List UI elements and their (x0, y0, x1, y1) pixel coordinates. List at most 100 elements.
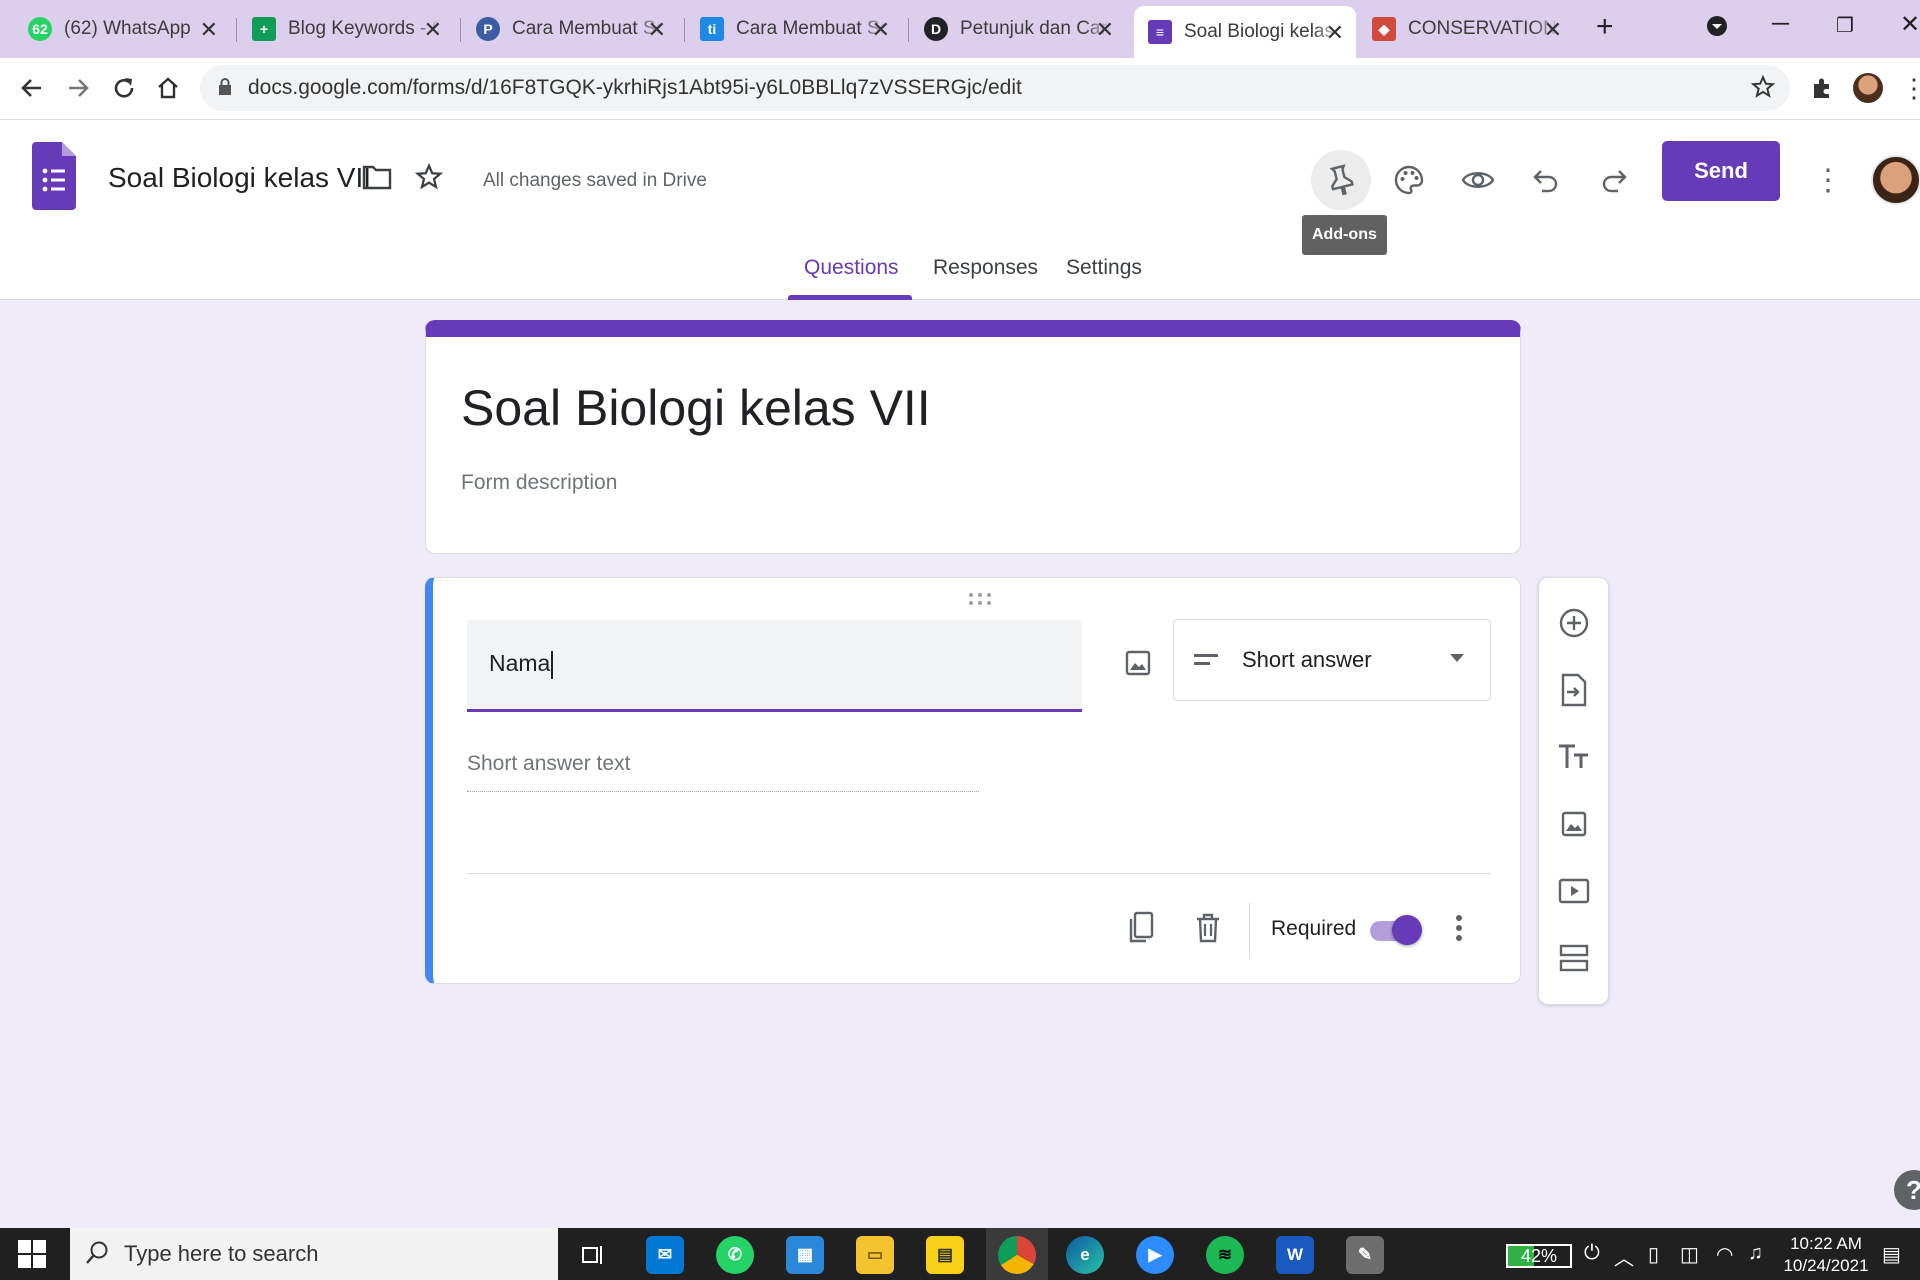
tab-search-icon[interactable] (1706, 15, 1728, 44)
site-favicon-icon: ◆ (1372, 17, 1396, 41)
chrome-menu-icon[interactable]: ⋮ (1898, 72, 1920, 104)
clock-time: 10:22 AM (1790, 1234, 1862, 1253)
tab-responses[interactable]: Responses (933, 256, 1038, 280)
extensions-icon[interactable] (1806, 72, 1838, 104)
address-bar[interactable]: docs.google.com/forms/d/16F8TGQK-ykrhiRj… (200, 65, 1790, 111)
tab-questions[interactable]: Questions (804, 256, 899, 280)
profile-avatar[interactable] (1852, 72, 1884, 104)
whatsapp-icon: 62 (28, 17, 52, 41)
volume-icon[interactable]: ♫ (1748, 1242, 1763, 1265)
edge-icon[interactable]: e (1066, 1236, 1104, 1274)
whatsapp-icon[interactable]: ✆ (716, 1236, 754, 1274)
addons-icon[interactable] (1311, 150, 1371, 210)
more-options-icon[interactable]: ⋮ (1798, 150, 1858, 210)
store-icon[interactable]: ▦ (786, 1236, 824, 1274)
close-tab-icon[interactable]: ✕ (1096, 17, 1114, 43)
new-tab-icon[interactable]: + (1596, 10, 1614, 44)
palette-icon[interactable] (1379, 150, 1439, 210)
text-cursor (551, 650, 554, 679)
close-tab-icon[interactable]: ✕ (1326, 20, 1344, 46)
send-button[interactable]: Send (1662, 141, 1780, 201)
undo-icon[interactable] (1516, 150, 1576, 210)
task-view-icon[interactable] (574, 1236, 612, 1274)
browser-tab[interactable]: D Petunjuk dan Cara ✕ (910, 8, 1126, 50)
preview-eye-icon[interactable] (1448, 150, 1508, 210)
paint-icon[interactable]: ✎ (1346, 1236, 1384, 1274)
question-type-dropdown[interactable]: Short answer (1173, 619, 1491, 701)
taskbar-search-box[interactable]: Type here to search (70, 1228, 558, 1280)
close-window-icon[interactable]: ✕ (1900, 10, 1920, 39)
form-description-field[interactable]: Form description (461, 471, 617, 495)
battery-indicator[interactable]: 42% (1506, 1244, 1572, 1268)
google-forms-logo-icon[interactable] (32, 142, 76, 217)
browser-tab[interactable]: P Cara Membuat Soal ✕ (462, 8, 678, 50)
back-icon[interactable] (16, 72, 48, 104)
question-card[interactable]: Nama Short answer Short answer text Requ… (425, 577, 1521, 984)
add-image-icon[interactable] (1549, 799, 1599, 849)
forward-icon[interactable] (62, 72, 94, 104)
question-title-input[interactable]: Nama (467, 620, 1082, 712)
zoom-icon[interactable]: ▶ (1136, 1236, 1174, 1274)
sticky-notes-icon[interactable]: ▤ (926, 1236, 964, 1274)
close-tab-icon[interactable]: ✕ (648, 17, 666, 43)
lock-icon[interactable] (218, 78, 232, 102)
form-title[interactable]: Soal Biologi kelas VII (461, 379, 931, 437)
browser-tab[interactable]: ◆ CONSERVATION ✕ (1358, 8, 1574, 50)
minimize-icon[interactable]: ─ (1772, 10, 1789, 38)
add-image-icon[interactable] (1113, 638, 1163, 688)
add-title-icon[interactable] (1549, 732, 1599, 782)
account-avatar[interactable] (1866, 150, 1920, 210)
browser-tab-active[interactable]: ≡ Soal Biologi kelas VII ✕ (1134, 6, 1356, 58)
home-icon[interactable] (152, 72, 184, 104)
duplicate-icon[interactable] (1115, 903, 1165, 953)
close-tab-icon[interactable]: ✕ (200, 17, 218, 43)
restore-icon[interactable]: ❐ (1836, 13, 1854, 38)
browser-tab[interactable]: ti Cara Membuat Soal ✕ (686, 8, 902, 50)
tab-title: (62) WhatsApp (64, 18, 191, 39)
required-toggle[interactable] (1370, 915, 1422, 945)
spotify-icon[interactable]: ≋ (1206, 1236, 1244, 1274)
short-answer-icon (1194, 647, 1218, 673)
mail-icon[interactable]: ✉ (646, 1236, 684, 1274)
save-status[interactable]: All changes saved in Drive (483, 170, 707, 192)
close-tab-icon[interactable]: ✕ (872, 17, 890, 43)
taskbar-clock[interactable]: 10:22 AM 10/24/2021 (1776, 1233, 1876, 1277)
card-divider (467, 873, 1491, 874)
word-icon[interactable]: W (1276, 1236, 1314, 1274)
forms-icon: ≡ (1148, 20, 1172, 44)
add-video-icon[interactable] (1549, 866, 1599, 916)
drag-handle-icon[interactable] (968, 592, 992, 611)
show-hidden-icons-icon[interactable]: ︿ (1614, 1242, 1634, 1271)
folder-icon[interactable] (362, 164, 392, 195)
import-questions-icon[interactable] (1549, 665, 1599, 715)
phone-link-icon[interactable]: ▯ (1648, 1242, 1659, 1267)
wifi-icon[interactable]: ◠ (1716, 1242, 1733, 1267)
form-title-card: Soal Biologi kelas VII Form description (425, 320, 1521, 554)
question-more-icon[interactable] (1439, 903, 1479, 953)
sheets-icon: + (252, 17, 276, 41)
reload-icon[interactable] (108, 72, 140, 104)
star-icon[interactable] (414, 162, 444, 197)
help-icon[interactable]: ? (1894, 1170, 1920, 1210)
browser-tab[interactable]: + Blog Keywords - Google Sheets ✕ (238, 8, 454, 50)
tab-title: Cara Membuat Soal (512, 18, 664, 39)
windows-start-icon[interactable] (18, 1240, 46, 1273)
power-plug-icon[interactable]: ⏻ (1584, 1242, 1600, 1265)
close-tab-icon[interactable]: ✕ (424, 17, 442, 43)
add-question-icon[interactable] (1549, 598, 1599, 648)
file-explorer-icon[interactable]: ▭ (856, 1236, 894, 1274)
document-title[interactable]: Soal Biologi kelas VII (108, 162, 371, 194)
tab-settings[interactable]: Settings (1066, 256, 1142, 280)
delete-icon[interactable] (1183, 903, 1233, 953)
url-text: docs.google.com/forms/d/16F8TGQK-ykrhiRj… (248, 76, 1022, 99)
network-icon[interactable]: ◫ (1680, 1242, 1699, 1267)
chrome-icon[interactable] (998, 1236, 1036, 1274)
bookmark-star-icon[interactable] (1750, 74, 1776, 106)
redo-icon[interactable] (1584, 150, 1644, 210)
notifications-icon[interactable]: ▤ (1882, 1242, 1901, 1267)
browser-tab[interactable]: 62 (62) WhatsApp ✕ (14, 8, 230, 50)
add-section-icon[interactable] (1549, 933, 1599, 983)
tab-title: Cara Membuat Soal (736, 18, 888, 39)
question-title-text: Nama (489, 650, 551, 676)
close-tab-icon[interactable]: ✕ (1544, 17, 1562, 43)
